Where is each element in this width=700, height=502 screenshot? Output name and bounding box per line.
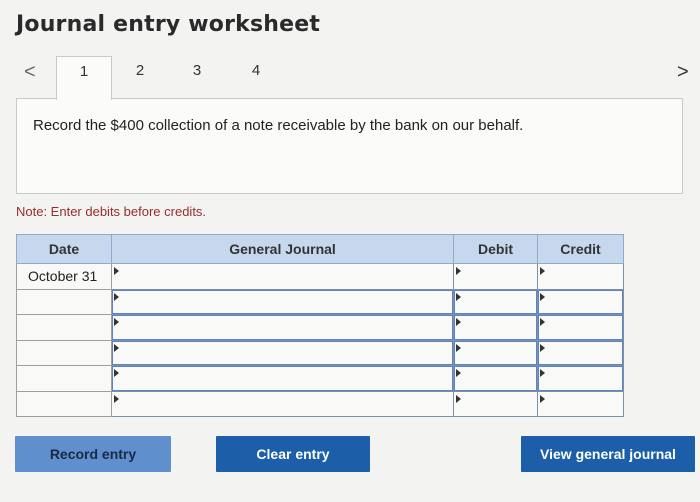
table-row: [16, 339, 624, 366]
date-cell: [16, 314, 112, 341]
date-cell: [16, 365, 112, 392]
table-row: [16, 365, 624, 392]
credit-input[interactable]: [537, 288, 624, 315]
date-cell: [16, 339, 112, 366]
account-input[interactable]: [111, 263, 454, 290]
header-date: Date: [16, 234, 112, 264]
tab-2[interactable]: 2: [124, 58, 156, 84]
clear-entry-button[interactable]: Clear entry: [216, 436, 370, 472]
credit-input[interactable]: [537, 263, 624, 290]
account-input[interactable]: [111, 314, 454, 341]
date-cell: October 31: [16, 263, 112, 290]
journal-table: Date General Journal Debit Credit Octobe…: [16, 234, 624, 417]
tab-1[interactable]: 1: [56, 56, 112, 100]
table-row: [16, 314, 624, 341]
tab-3[interactable]: 3: [181, 58, 213, 84]
debit-input[interactable]: [453, 339, 538, 366]
view-general-journal-button[interactable]: View general journal: [521, 436, 695, 472]
header-general-journal: General Journal: [111, 234, 454, 264]
instruction-text: Record the $400 collection of a note rec…: [33, 117, 524, 134]
instruction-panel: Record the $400 collection of a note rec…: [16, 98, 683, 194]
account-input[interactable]: [111, 339, 454, 366]
date-cell: [16, 390, 112, 417]
debit-input[interactable]: [453, 390, 538, 417]
credit-input[interactable]: [537, 314, 624, 341]
table-row: [16, 390, 624, 417]
note-text: Note: Enter debits before credits.: [16, 204, 207, 219]
entry-tab-bar: < 1 2 3 4 >: [0, 56, 700, 100]
date-cell: [16, 288, 112, 315]
account-input[interactable]: [111, 365, 454, 392]
account-input[interactable]: [111, 390, 454, 417]
account-input[interactable]: [111, 288, 454, 315]
header-credit: Credit: [537, 234, 624, 264]
table-row: [16, 288, 624, 315]
credit-input[interactable]: [537, 365, 624, 392]
debit-input[interactable]: [453, 314, 538, 341]
credit-input[interactable]: [537, 390, 624, 417]
chevron-right-icon[interactable]: >: [677, 62, 689, 82]
table-header-row: Date General Journal Debit Credit: [16, 234, 624, 264]
table-row: October 31: [16, 263, 624, 290]
chevron-left-icon[interactable]: <: [24, 62, 36, 82]
debit-input[interactable]: [453, 365, 538, 392]
debit-input[interactable]: [453, 288, 538, 315]
record-entry-button[interactable]: Record entry: [15, 436, 171, 472]
header-debit: Debit: [453, 234, 538, 264]
tab-4[interactable]: 4: [240, 58, 272, 84]
debit-input[interactable]: [453, 263, 538, 290]
credit-input[interactable]: [537, 339, 624, 366]
page-title: Journal entry worksheet: [16, 12, 321, 37]
